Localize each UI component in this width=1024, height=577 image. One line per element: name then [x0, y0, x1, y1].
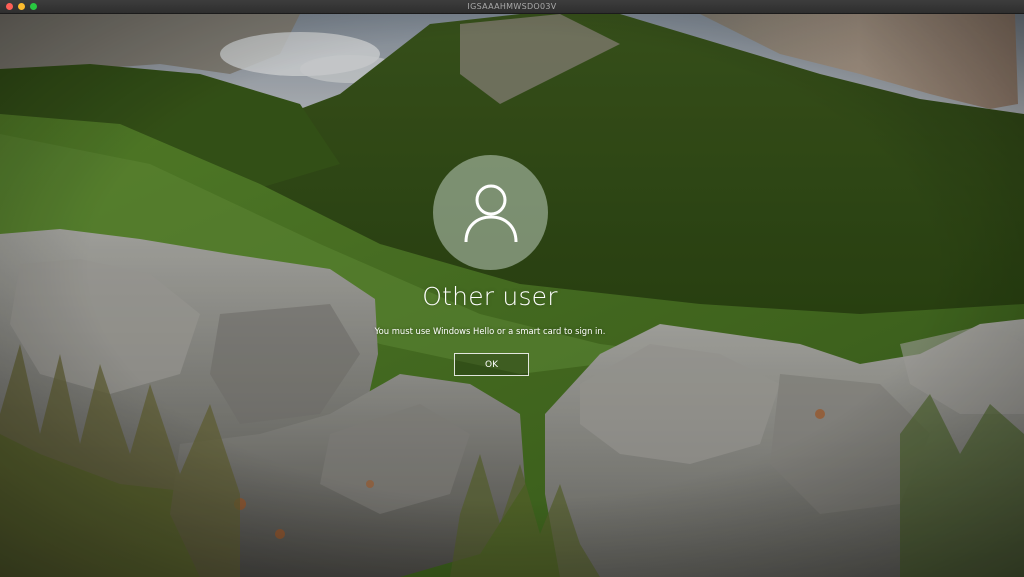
window-title-bar: IGSAAAHMWSDO03V — [0, 0, 1024, 14]
username-label: Other user — [422, 282, 558, 311]
window-title: IGSAAAHMWSDO03V — [467, 2, 557, 11]
sign-in-message: You must use Windows Hello or a smart ca… — [374, 326, 606, 336]
user-avatar — [433, 155, 548, 270]
ok-button[interactable]: OK — [454, 353, 529, 376]
user-icon — [464, 184, 517, 242]
